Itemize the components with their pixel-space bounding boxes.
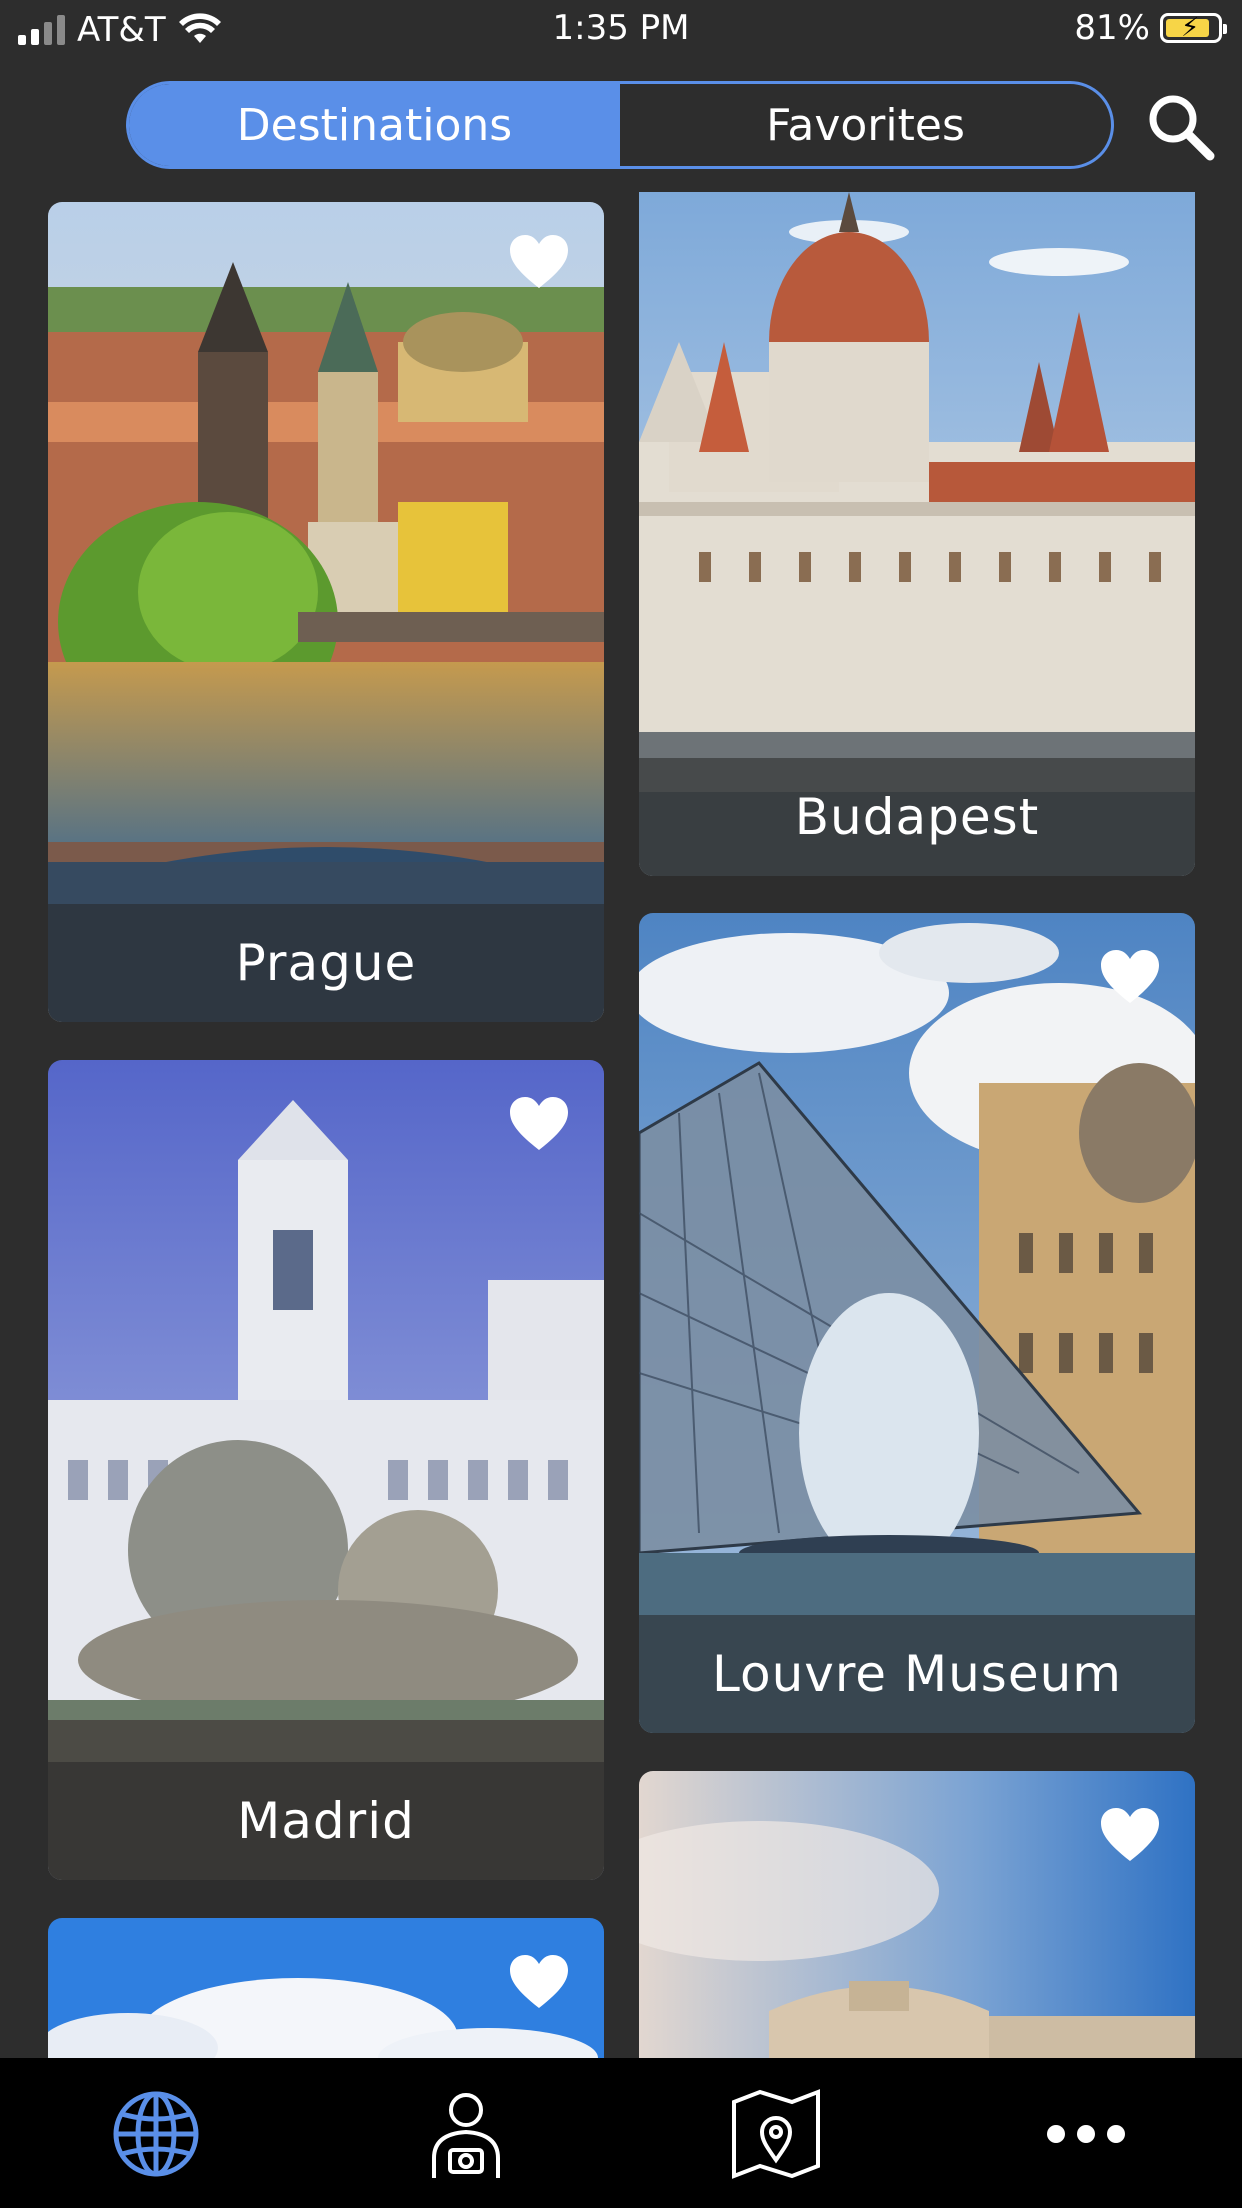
favorite-heart-icon[interactable] [508, 1954, 570, 2010]
tab-bar [0, 2058, 1242, 2208]
tab-favorites[interactable]: Favorites [620, 84, 1111, 166]
destination-card-louvre-museum[interactable]: Louvre Museum [639, 913, 1195, 1733]
destination-card-madrid[interactable]: Madrid [48, 1060, 604, 1880]
status-bar: AT&T 1:35 PM 81% ⚡ [0, 0, 1242, 60]
search-button[interactable] [1146, 92, 1216, 162]
favorite-heart-icon[interactable] [1099, 1807, 1161, 1863]
map-pin-icon [732, 2089, 820, 2179]
search-icon [1149, 95, 1215, 161]
card-title: Louvre Museum [639, 1615, 1195, 1733]
destination-card-budapest[interactable]: Budapest [639, 192, 1195, 876]
tab-map[interactable] [728, 2086, 824, 2182]
destination-card-prague[interactable]: Prague [48, 202, 604, 1022]
destination-photo [639, 913, 1195, 1733]
destination-photo [48, 1060, 604, 1880]
favorite-heart-icon[interactable] [1099, 949, 1161, 1005]
tab-guides[interactable] [418, 2086, 514, 2182]
destination-card-partial[interactable] [639, 1771, 1195, 2058]
segmented-control: Destinations Favorites [126, 81, 1114, 169]
tab-destinations[interactable]: Destinations [129, 84, 620, 166]
card-title: Prague [48, 904, 604, 1022]
card-title: Budapest [639, 758, 1195, 876]
tab-destinations-globe[interactable] [108, 2086, 204, 2182]
more-icon [1047, 2125, 1125, 2143]
destination-card-partial[interactable] [48, 1918, 604, 2058]
battery-icon: ⚡ [1160, 13, 1227, 43]
battery-percentage: 81% [1074, 8, 1150, 48]
clock: 1:35 PM [552, 8, 690, 48]
photographer-icon [432, 2093, 500, 2178]
favorite-heart-icon[interactable] [508, 1096, 570, 1152]
card-title: Madrid [48, 1762, 604, 1880]
favorite-heart-icon[interactable] [508, 234, 570, 290]
tab-more[interactable] [1038, 2086, 1134, 2182]
globe-icon [113, 2091, 199, 2177]
destination-photo [48, 202, 604, 1022]
